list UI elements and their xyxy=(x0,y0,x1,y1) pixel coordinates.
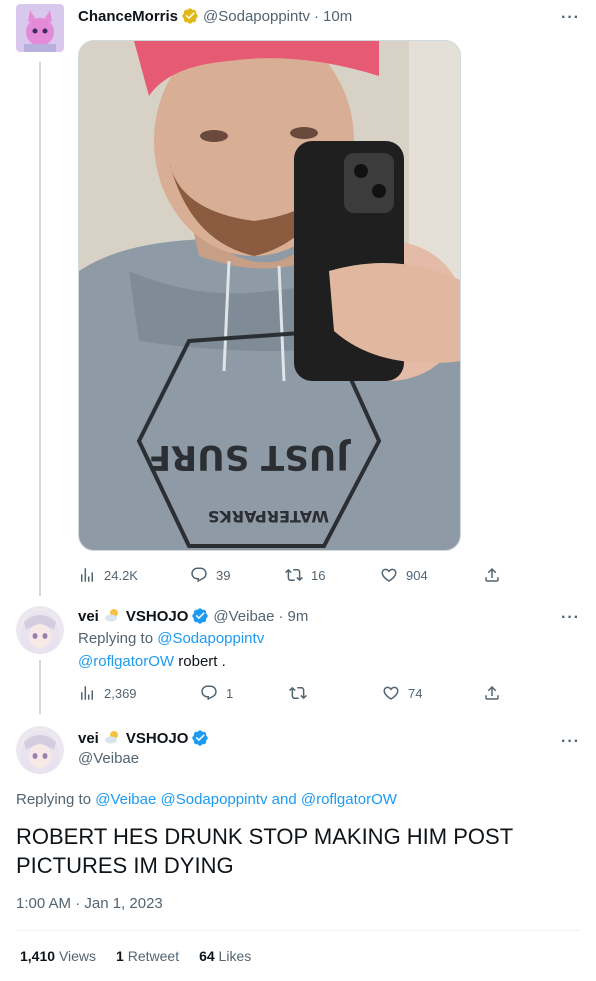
retweets-count: 1 xyxy=(116,948,124,964)
views-stat[interactable]: 1,410 Views xyxy=(20,948,96,964)
likes-label: Likes xyxy=(218,948,252,964)
retweet-icon xyxy=(285,568,303,582)
display-name[interactable]: vei xyxy=(78,608,99,625)
like-heart-icon xyxy=(381,568,397,582)
share-action[interactable] xyxy=(483,683,501,703)
like-action[interactable]: 74 xyxy=(382,683,422,703)
views-count: 24.2K xyxy=(104,567,138,583)
avatar[interactable] xyxy=(16,4,64,52)
retweet-action[interactable] xyxy=(289,683,307,703)
main-tweet-text: ROBERT HES DRUNK STOP MAKING HIM POST PI… xyxy=(16,824,513,878)
display-name[interactable]: ChanceMorris xyxy=(78,8,178,25)
shirt-print-text: WATERPARKS xyxy=(208,507,329,526)
tweet-photo[interactable]: JUST SURF WATERPARKS xyxy=(78,40,461,551)
separator-dot: · xyxy=(314,7,320,25)
like-heart-icon xyxy=(383,686,399,700)
verified-gold-badge-icon xyxy=(181,7,199,25)
views-count: 1,410 xyxy=(20,948,56,964)
retweet-icon xyxy=(289,686,307,700)
more-options-icon[interactable]: ··· xyxy=(561,734,580,750)
reply-count: 39 xyxy=(216,567,231,583)
separator-dot: · xyxy=(278,607,284,625)
views-action[interactable]: 24.2K xyxy=(78,565,138,585)
display-name-org[interactable]: VSHOJO xyxy=(126,730,189,747)
share-icon xyxy=(485,685,499,700)
tweet-timestamp[interactable]: 1:00 AM · Jan 1, 2023 xyxy=(16,894,163,914)
reply-action[interactable]: 1 xyxy=(200,683,233,703)
display-name-org[interactable]: VSHOJO xyxy=(126,608,189,625)
views-count: 2,369 xyxy=(104,685,137,701)
like-action[interactable]: 904 xyxy=(380,565,428,585)
tweet-header: vei VSHOJO @Veibae · 9m xyxy=(78,607,308,625)
mention-link[interactable]: @roflgatorOW xyxy=(78,653,174,670)
avatar[interactable] xyxy=(16,726,64,774)
likes-count: 64 xyxy=(199,948,215,964)
display-name[interactable]: vei xyxy=(78,730,99,747)
reply-count: 1 xyxy=(226,685,234,701)
views-chart-icon xyxy=(81,686,93,700)
handle[interactable]: @Veibae xyxy=(78,749,139,769)
tweet-header: ChanceMorris @Sodapoppintv · 10m xyxy=(78,7,352,25)
replying-to-prefix: Replying to xyxy=(16,791,92,808)
reply-icon xyxy=(201,685,217,701)
tweet-body-text: robert . xyxy=(174,653,226,670)
retweet-count: 16 xyxy=(311,567,326,583)
views-action[interactable]: 2,369 xyxy=(78,683,137,703)
share-icon xyxy=(485,567,499,582)
like-count: 74 xyxy=(408,685,423,701)
reply-icon xyxy=(191,567,207,583)
shirt-print-text: JUST SURF xyxy=(148,437,351,477)
views-chart-icon xyxy=(81,568,93,582)
tweet-actions: 24.2K 39 16 904 xyxy=(78,565,504,585)
verified-blue-badge-icon xyxy=(191,607,209,625)
more-options-icon[interactable]: ··· xyxy=(561,10,580,26)
divider xyxy=(16,930,580,931)
avatar[interactable] xyxy=(16,606,64,654)
likes-stat[interactable]: 64 Likes xyxy=(199,948,251,964)
handle[interactable]: @Veibae xyxy=(213,608,274,625)
selfie-image: JUST SURF WATERPARKS xyxy=(79,41,460,550)
engagement-stats: 1,410 Views 1 Retweet 64 Likes xyxy=(20,948,251,964)
like-count: 904 xyxy=(406,567,428,583)
timestamp[interactable]: 9m xyxy=(288,608,309,625)
tweet-chancemorris[interactable]: ChanceMorris @Sodapoppintv · 10m ··· JUS… xyxy=(0,0,596,596)
sun-behind-cloud-icon xyxy=(104,730,120,747)
replying-to: Replying to @Veibae @Sodapoppintv and @r… xyxy=(16,790,397,810)
timestamp[interactable]: 10m xyxy=(323,8,352,25)
tweet-vei-reply[interactable]: vei VSHOJO @Veibae · 9m ··· Replying to … xyxy=(0,596,596,716)
share-action[interactable] xyxy=(483,565,501,585)
replying-to-links[interactable]: @Veibae @Sodapoppintv xyxy=(95,791,267,808)
replying-to-prefix: Replying to xyxy=(78,630,154,647)
replying-to-and: and xyxy=(271,791,297,808)
tweet-header: vei VSHOJO xyxy=(78,729,213,747)
replying-to-link[interactable]: @Sodapoppintv xyxy=(157,630,264,647)
replying-to-link[interactable]: @roflgatorOW xyxy=(301,791,397,808)
retweets-label: Retweet xyxy=(127,948,180,964)
tweet-body: @roflgatorOW robert . xyxy=(78,652,226,672)
tweet-actions: 2,369 1 74 xyxy=(78,683,504,703)
reply-action[interactable]: 39 xyxy=(190,565,230,585)
verified-blue-badge-icon xyxy=(191,729,209,747)
retweet-action[interactable]: 16 xyxy=(285,565,325,585)
handle[interactable]: @Sodapoppintv xyxy=(203,8,310,25)
views-label: Views xyxy=(58,948,97,964)
retweets-stat[interactable]: 1 Retweet xyxy=(116,948,179,964)
sun-behind-cloud-icon xyxy=(104,608,120,625)
replying-to: Replying to @Sodapoppintv xyxy=(78,629,264,649)
more-options-icon[interactable]: ··· xyxy=(561,610,580,626)
